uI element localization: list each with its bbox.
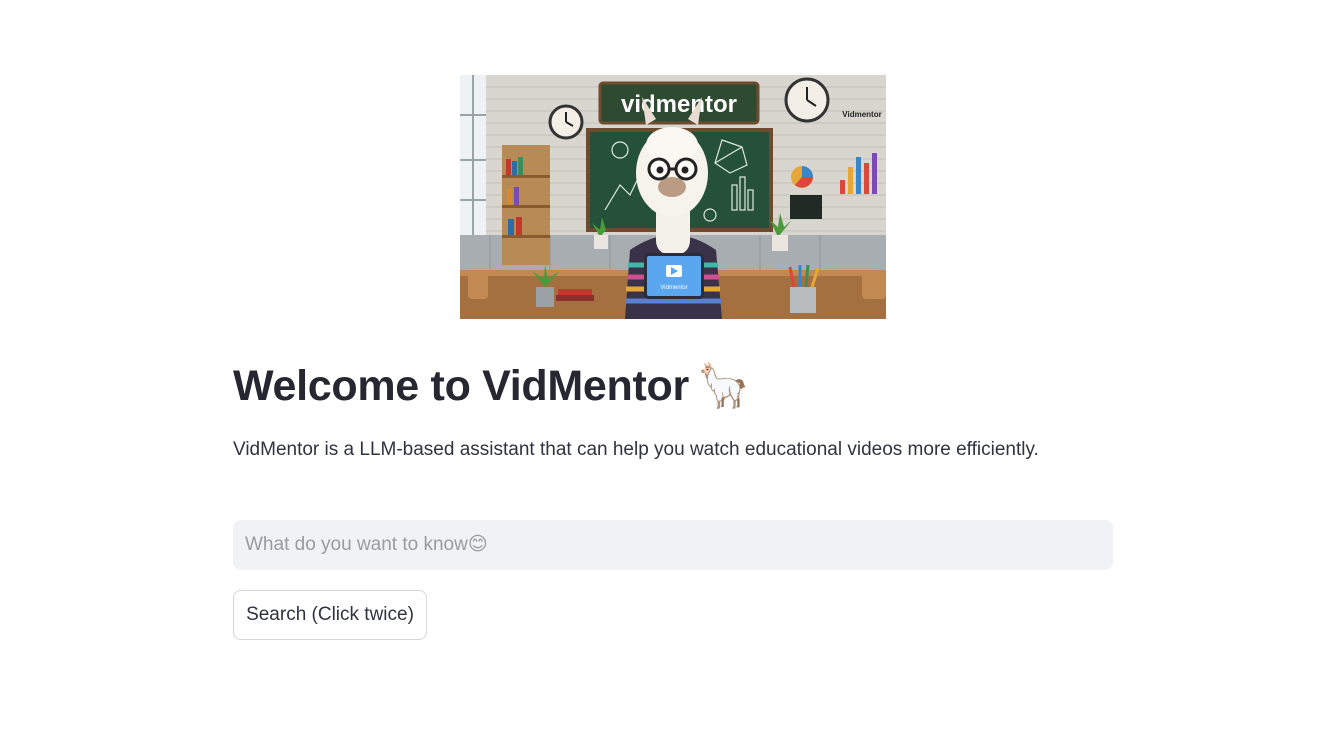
hero-sign-text: vidmentor — [621, 91, 737, 118]
search-input[interactable] — [233, 520, 1113, 570]
hero-tablet-text: Vidmentor — [660, 285, 687, 291]
search-button[interactable]: Search (Click twice) — [233, 590, 427, 640]
hero-image: vidmentor Vidmentor Vidmentor — [460, 75, 886, 319]
hero-corner-text: Vidmentor — [842, 110, 881, 119]
llama-icon: 🦙 — [696, 361, 751, 411]
app-description: VidMentor is a LLM-based assistant that … — [233, 439, 1039, 460]
page-title-text: Welcome to VidMentor — [233, 362, 689, 410]
page-title: Welcome to VidMentor 🦙 — [233, 356, 750, 416]
